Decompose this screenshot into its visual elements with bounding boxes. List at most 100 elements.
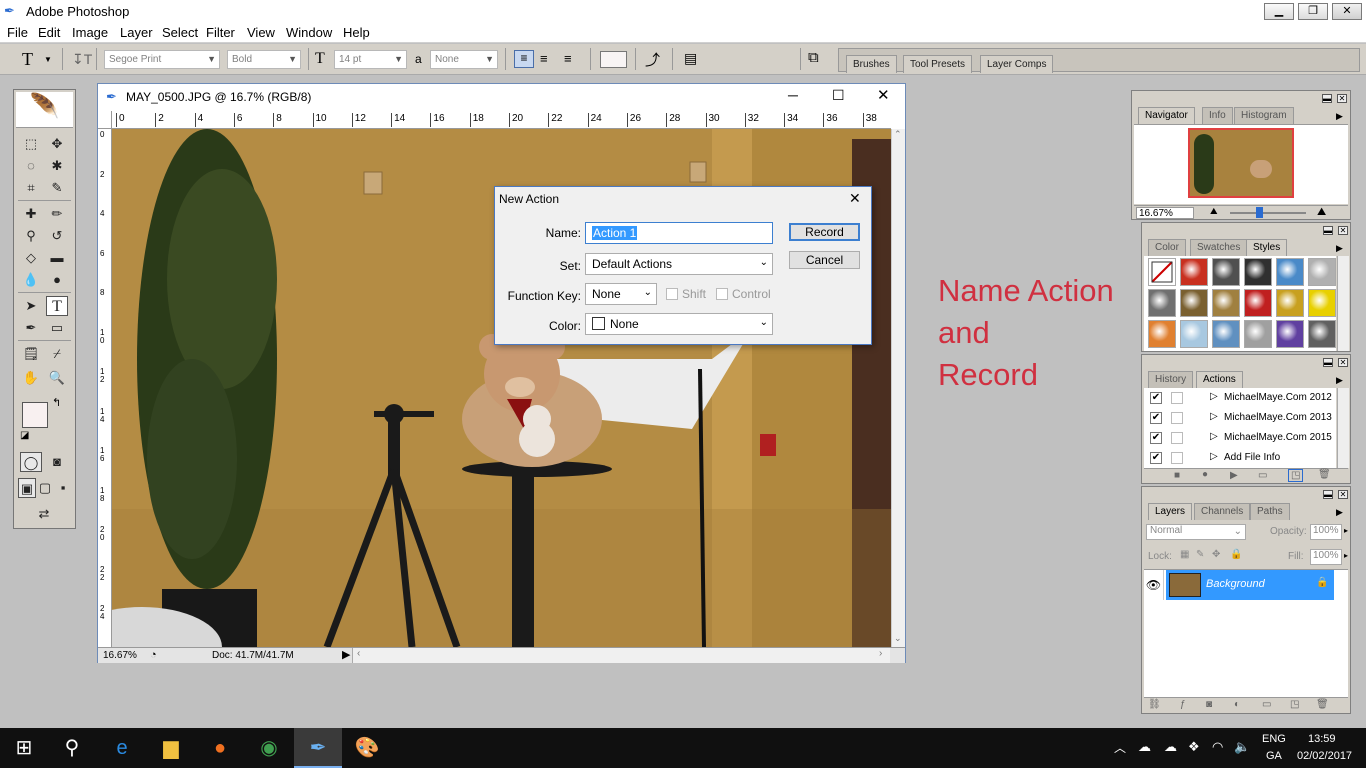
slice-tool-icon[interactable]: ✎ <box>46 178 68 198</box>
scroll-left-icon[interactable]: ‹ <box>357 648 360 659</box>
clock-date[interactable]: 02/02/2017 <box>1297 750 1352 762</box>
shape-tool-icon[interactable]: ▭ <box>46 318 68 338</box>
tab-color[interactable]: Color <box>1148 239 1186 256</box>
align-left-icon[interactable]: ≡ <box>514 50 534 68</box>
move-tool-icon[interactable]: ✥ <box>46 134 68 154</box>
new-set-icon[interactable]: ▭ <box>1258 470 1267 481</box>
action-enabled-checkbox[interactable]: ✔ <box>1150 452 1162 464</box>
action-dialog-toggle[interactable] <box>1171 412 1183 424</box>
control-checkbox[interactable] <box>716 288 728 300</box>
tab-paths[interactable]: Paths <box>1250 503 1290 520</box>
align-center-icon[interactable]: ≡ <box>540 51 548 66</box>
navigator-zoom-input[interactable]: 16.67% <box>1136 207 1194 219</box>
stop-icon[interactable]: ■ <box>1174 470 1180 481</box>
action-name-input[interactable]: Action 1 <box>585 222 773 244</box>
restore-button[interactable]: ❐ <box>1298 3 1328 20</box>
font-style-select[interactable]: Bold ▼ <box>227 50 301 69</box>
well-tab-tool-presets[interactable]: Tool Presets <box>903 55 973 73</box>
menu-edit[interactable]: Edit <box>38 25 60 40</box>
menu-help[interactable]: Help <box>343 25 370 40</box>
status-options-icon[interactable]: ◔ <box>150 649 157 661</box>
list-item[interactable]: ✔ ▷ Add File Info <box>1146 448 1336 468</box>
cancel-button[interactable]: Cancel <box>789 251 860 269</box>
quick-mask-icon[interactable]: ◙ <box>46 452 68 472</box>
screen-mode-standard-icon[interactable]: ▣ <box>18 478 36 498</box>
opacity-input[interactable]: 100% <box>1310 524 1342 540</box>
marquee-tool-icon[interactable]: ⬚ <box>20 134 42 154</box>
pen-tool-icon[interactable]: ✒ <box>20 318 42 338</box>
doc-minimize-icon[interactable]: ─ <box>788 87 798 103</box>
history-brush-icon[interactable]: ↺ <box>46 226 68 246</box>
layer-style-icon[interactable]: ƒ <box>1180 699 1186 710</box>
style-swatch[interactable] <box>1244 258 1272 286</box>
action-dialog-toggle[interactable] <box>1171 452 1183 464</box>
clone-stamp-icon[interactable]: ⚲ <box>20 226 42 246</box>
zoom-slider-thumb[interactable] <box>1256 207 1263 218</box>
style-swatch[interactable] <box>1308 320 1336 348</box>
well-tab-layer-comps[interactable]: Layer Comps <box>980 55 1054 73</box>
crop-tool-icon[interactable]: ⌗ <box>20 178 42 198</box>
style-swatch[interactable] <box>1212 289 1240 317</box>
minimize-button[interactable]: ▁ <box>1264 3 1294 20</box>
well-tab-brushes[interactable]: Brushes <box>846 55 897 73</box>
font-size-select[interactable]: 14 pt ▼ <box>334 50 407 69</box>
menu-file[interactable]: File <box>7 25 28 40</box>
panel-menu-icon[interactable]: ▶ <box>1336 507 1343 518</box>
feather-logo-icon[interactable]: 🪶 <box>16 92 73 128</box>
swap-colors-icon[interactable]: ↰ <box>52 396 61 409</box>
text-color-swatch[interactable] <box>600 51 627 68</box>
menu-window[interactable]: Window <box>286 25 332 40</box>
align-right-icon[interactable]: ≡ <box>564 51 572 66</box>
list-item[interactable]: ✔ ▷ MichaelMaye.Com 2015 <box>1146 428 1336 448</box>
language-line2[interactable]: GA <box>1266 750 1282 762</box>
vertical-scrollbar[interactable]: ⌃ ⌄ <box>891 129 905 647</box>
eyedropper-icon[interactable]: ⌿ <box>46 344 68 364</box>
tab-swatches[interactable]: Swatches <box>1190 239 1248 256</box>
blend-mode-select[interactable]: Normal ⌄ <box>1146 524 1246 540</box>
panel-minimize-icon[interactable]: ▬ <box>1323 358 1333 367</box>
zoom-tool-icon[interactable]: 🔍 <box>46 368 68 388</box>
style-swatch[interactable] <box>1212 258 1240 286</box>
eraser-tool-icon[interactable]: ◇ <box>20 248 42 268</box>
tab-info[interactable]: Info <box>1202 107 1233 124</box>
trash-icon[interactable]: 🗑 <box>1318 469 1331 480</box>
brush-tool-icon[interactable]: ✏ <box>46 204 68 224</box>
dodge-tool-icon[interactable]: ● <box>46 270 68 290</box>
chevron-down-icon[interactable]: ▼ <box>44 55 52 64</box>
ruler-origin[interactable] <box>98 111 112 129</box>
expand-triangle-icon[interactable]: ▷ <box>1210 451 1218 462</box>
close-button[interactable]: ✕ <box>1332 3 1362 20</box>
style-swatch[interactable] <box>1276 289 1304 317</box>
magic-wand-icon[interactable]: ✱ <box>46 156 68 176</box>
dialog-close-icon[interactable]: ✕ <box>849 190 861 207</box>
action-dialog-toggle[interactable] <box>1171 392 1183 404</box>
tab-history[interactable]: History <box>1148 371 1194 388</box>
zoom-level[interactable]: 16.67% <box>103 650 137 661</box>
trash-icon[interactable]: 🗑 <box>1316 699 1329 710</box>
style-swatch[interactable] <box>1244 289 1272 317</box>
panel-minimize-icon[interactable]: ▬ <box>1322 94 1332 103</box>
paint-icon[interactable]: 🎨 <box>343 728 391 768</box>
doc-maximize-icon[interactable]: ☐ <box>832 87 845 104</box>
menu-filter[interactable]: Filter <box>206 25 235 40</box>
style-swatch[interactable] <box>1308 289 1336 317</box>
style-swatch[interactable] <box>1148 258 1176 286</box>
panel-menu-icon[interactable]: ▶ <box>1336 243 1343 254</box>
notes-tool-icon[interactable]: 🗒 <box>20 344 42 364</box>
scroll-right-icon[interactable]: › <box>879 648 882 659</box>
screen-mode-full-icon[interactable]: ▪ <box>54 478 72 498</box>
tab-styles[interactable]: Styles <box>1246 239 1288 256</box>
list-item[interactable]: ✔ ▷ MichaelMaye.Com 2012 <box>1146 388 1336 408</box>
type-tool-icon[interactable]: T <box>46 296 68 316</box>
play-icon[interactable]: ▶ <box>1230 470 1238 481</box>
layer-visibility-eye-icon[interactable]: 👁 <box>1144 570 1164 600</box>
zoom-slider-track[interactable] <box>1230 212 1306 214</box>
list-item[interactable]: ✔ ▷ MichaelMaye.Com 2013 <box>1146 408 1336 428</box>
shift-checkbox[interactable] <box>666 288 678 300</box>
screen-mode-full-menu-icon[interactable]: ▢ <box>36 478 54 498</box>
tab-histogram[interactable]: Histogram <box>1234 107 1294 124</box>
default-colors-icon[interactable]: ◪ <box>20 430 29 441</box>
function-key-select[interactable]: None ⌄ <box>585 283 657 305</box>
doc-close-icon[interactable]: ✕ <box>877 86 890 104</box>
record-icon[interactable]: ● <box>1202 469 1208 480</box>
